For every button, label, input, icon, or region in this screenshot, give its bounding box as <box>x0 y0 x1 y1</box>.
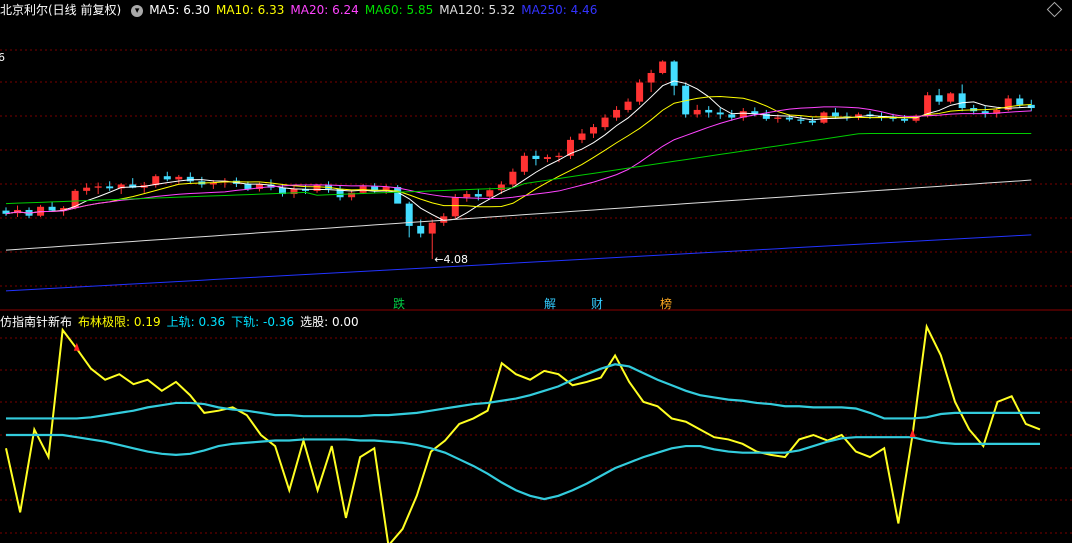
select-label: 选股: 0.00 <box>300 315 359 329</box>
candle-body <box>958 93 966 109</box>
candle-body <box>555 155 563 158</box>
candle-body <box>543 157 551 159</box>
candle-body <box>647 72 655 83</box>
candle-body <box>417 225 425 234</box>
main-legend: 北京利尔(日线 前复权) ▾ MA5: 6.30 MA10: 6.33 MA20: 6.… <box>0 0 603 20</box>
candle-body <box>624 101 632 110</box>
ma120-label: MA120: 5.32 <box>439 3 516 17</box>
indicator-legend: 仿指南针新布 布林极限: 0.19 上轨: 0.36 下轨: -0.36 选股: 0.0… <box>0 312 365 332</box>
candle-body <box>728 114 736 118</box>
candle-body <box>636 82 644 102</box>
candle-body <box>785 117 793 120</box>
candle-body <box>947 93 955 102</box>
ma120-line <box>5 179 1032 251</box>
candle-body <box>106 186 114 189</box>
event-marker-0: 跌 <box>393 296 405 311</box>
event-marker-3: 榜 <box>660 296 672 311</box>
candle-body <box>774 117 782 119</box>
candle-body <box>935 95 943 102</box>
candle-body <box>716 112 724 115</box>
price-panel: 7.16 ←4.08 <box>0 51 1035 292</box>
candle-body <box>590 127 598 134</box>
candle-body <box>705 109 713 113</box>
price-low-label: ←4.08 <box>434 253 468 266</box>
candle-body <box>532 155 540 159</box>
candle-body <box>808 120 816 123</box>
candle-body <box>175 176 183 180</box>
candle-body <box>797 119 805 121</box>
candle-body <box>509 171 517 185</box>
candle-body <box>693 109 701 115</box>
period-dropdown-icon[interactable]: ▾ <box>131 4 144 17</box>
ma20-label: MA20: 6.24 <box>290 3 359 17</box>
candle-body <box>520 155 528 172</box>
candle-body <box>659 61 667 73</box>
candle-body <box>486 190 494 197</box>
candle-body <box>451 197 459 217</box>
candle-body <box>497 184 505 191</box>
ma60-line <box>5 133 1032 205</box>
candle-body <box>186 176 194 182</box>
event-marker-1: 解 <box>544 297 556 311</box>
event-markers: 跌解财榜 <box>393 296 672 311</box>
ma250-line <box>5 234 1032 292</box>
candle-body <box>831 112 839 117</box>
candle-body <box>578 133 586 140</box>
candle-body <box>1016 98 1024 105</box>
upper-band-label: 上轨: 0.36 <box>166 315 226 329</box>
price-high-label: 7.16 <box>0 51 5 64</box>
indicator-series-2 <box>6 433 1040 501</box>
candle-body <box>244 183 252 189</box>
candle-body <box>601 117 609 128</box>
indicator-title: 仿指南针新布 <box>0 315 73 329</box>
stock-chart[interactable]: 7.16 ←4.08 跌 解 财 榜 <box>0 0 1072 543</box>
candle-body <box>463 194 471 198</box>
ma10-label: MA10: 6.33 <box>215 3 285 17</box>
chart-title: 北京利尔(日线 前复权) <box>0 3 122 17</box>
candle-body <box>163 176 171 180</box>
lower-band-label: 下轨: -0.36 <box>231 315 295 329</box>
candle-body <box>313 185 321 191</box>
candle-body <box>820 112 828 123</box>
candle-body <box>901 118 909 121</box>
candle-body <box>613 109 621 118</box>
candle-body <box>94 186 102 188</box>
ma60-label: MA60: 5.85 <box>364 3 434 17</box>
ma5-label: MA5: 6.30 <box>149 3 210 17</box>
candle-body <box>48 206 56 211</box>
event-marker-2: 财 <box>591 297 603 311</box>
candle-body <box>428 222 436 234</box>
candle-body <box>83 187 91 191</box>
candle-body <box>394 187 402 204</box>
candle-body <box>474 194 482 197</box>
ma250-label: MA250: 4.46 <box>521 3 598 17</box>
indicator-arrow-marker-1 <box>909 429 916 437</box>
bollinger-limit-label: 布林极限: 0.19 <box>78 315 161 329</box>
